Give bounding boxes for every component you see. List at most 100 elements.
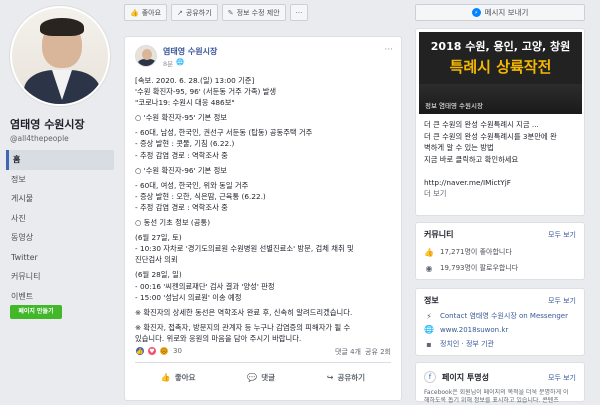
featured-video-text: 더 큰 수원의 완성 수원특례시 지금 ... 더 큰 수원의 완성 수원특례시… <box>424 119 580 200</box>
post-line: - 추정 감염 경로 : 역학조사 중 <box>135 150 228 160</box>
post-line: - 60대, 여성, 한국인, 위와 동일 거주 <box>135 180 249 190</box>
website-link[interactable]: www.2018suwon.kr <box>440 326 508 334</box>
send-message-button[interactable]: ⚡ 메시지 보내기 <box>415 4 585 21</box>
comment-button[interactable]: 💬 댓글 <box>247 372 275 383</box>
likes-row: 👍 17,271명이 좋아합니다 <box>424 247 512 257</box>
follows-row: ◉ 19,793명이 팔로우합니다 <box>424 263 519 273</box>
create-page-button[interactable]: 페이지 만들기 <box>10 305 62 319</box>
nav-item-twitter[interactable]: Twitter <box>6 248 114 268</box>
messenger-link[interactable]: Contact 염태영 수원시장 on Messenger <box>440 311 568 321</box>
messenger-icon: ⚡ <box>426 311 432 321</box>
post-line: 있습니다. 위로와 응원의 마음을 담아 주시기 바랍니다. <box>135 333 302 343</box>
follow-icon: ◉ <box>425 263 433 273</box>
nav-item-about[interactable]: 정보 <box>6 170 114 190</box>
share-label: 공유하기 <box>337 372 366 382</box>
ad-line: 더 큰 수원의 완성 수원특례시를 3분만에 완 <box>424 131 557 141</box>
globe-icon: 🌐 <box>176 58 185 66</box>
post-line: ※ 확진자, 접촉자, 방문지의 관계자 등 누구나 감염증의 피해자가 될 수 <box>135 322 351 332</box>
post-line: - 증상 발현 : 오한, 식은땀, 근육통 (6.22.) <box>135 191 266 201</box>
profile-picture[interactable] <box>10 6 110 106</box>
post-line: (6월 27일, 토) <box>135 233 182 243</box>
post-menu-button[interactable]: ··· <box>384 45 393 55</box>
category-link[interactable]: 정치인 · 정부 기관 <box>440 339 494 349</box>
post-line: - 00:16 '씨젠의료재단' 검사 결과 '양성' 판정 <box>135 281 275 291</box>
share-button[interactable]: ↪ 공유하기 <box>327 372 365 383</box>
comment-count[interactable]: 댓글 4개 <box>335 347 361 357</box>
post-line: - 증상 발현 : 콧물, 기침 (6.22.) <box>135 139 235 149</box>
suggest-edit-button[interactable]: ✎ 정보 수정 제안 <box>221 4 286 21</box>
ad-line <box>424 165 580 177</box>
like-page-label: 좋아요 <box>141 8 162 17</box>
featured-video-card[interactable]: 2018 수원, 용인, 고양, 창원 특례시 상륙작전 정보 염태영 수원시장… <box>415 28 585 216</box>
transparency-title: 페이지 투명성 <box>442 373 489 382</box>
more-options-button[interactable]: ··· <box>289 4 309 21</box>
comment-label: 댓글 <box>261 372 276 382</box>
share-page-button[interactable]: ↗ 공유하기 <box>171 4 218 21</box>
messenger-icon: ⚡ <box>471 8 481 17</box>
page-name[interactable]: 염태영 수원시장 <box>10 116 85 132</box>
about-see-all[interactable]: 모두 보기 <box>548 296 576 306</box>
suggest-edit-label: 정보 수정 제안 <box>236 8 280 17</box>
post-action-bar: 👍 좋아요 💬 댓글 ↪ 공유하기 <box>135 367 391 387</box>
nav-item-events[interactable]: 이벤트 <box>6 287 114 307</box>
category-row: ▪ 정치인 · 정부 기관 <box>424 339 494 349</box>
see-more-link[interactable]: 더 보기 <box>424 188 580 200</box>
post-line: 진단검사 의뢰 <box>135 255 178 265</box>
reaction-summary[interactable]: 👍 ♥ ☹ 30 <box>135 346 182 356</box>
transparency-line: 해하도록 돕기 위해 정보를 표시하고 있습니다. 콘텐츠 <box>424 397 559 404</box>
facebook-icon: f <box>424 371 436 383</box>
post-line: ○ '수원 확진자-95' 기본 정보 <box>135 113 227 123</box>
like-label: 좋아요 <box>174 372 196 382</box>
page-transparency-section: f 페이지 투명성 모두 보기 Facebook은 회원님이 페이지의 목적을 … <box>415 362 585 404</box>
community-title: 커뮤니티 <box>424 230 454 239</box>
globe-icon: 🌐 <box>424 325 434 334</box>
post-line: (6월 28일, 일) <box>135 270 182 280</box>
post-line: ○ '수원 확진자-96' 기본 정보 <box>135 165 227 175</box>
nav-item-community[interactable]: 커뮤니티 <box>6 267 114 287</box>
banner-caption: 정보 염태영 수원시장 <box>425 102 483 110</box>
love-reaction-icon: ♥ <box>147 346 157 356</box>
post-line: ○ 동선 기초 정보 (공통) <box>135 218 211 228</box>
post-author[interactable]: 염태영 수원시장 <box>163 46 217 57</box>
transparency-see-all[interactable]: 모두 보기 <box>548 373 576 383</box>
share-count[interactable]: 공유 2회 <box>365 347 391 357</box>
website-row: 🌐 www.2018suwon.kr <box>424 325 508 334</box>
banner-line-1: 2018 수원, 용인, 고양, 창원 <box>430 40 571 53</box>
post-line: ※ 확진자의 상세한 동선은 역학조사 완료 후, 신속히 알려드리겠습니다. <box>135 307 353 317</box>
post-time-text: 8분 <box>163 60 174 68</box>
nav-item-photos[interactable]: 사진 <box>6 209 114 229</box>
like-reaction-icon: 👍 <box>135 346 145 356</box>
post-card: 염태영 수원시장 8분 🌐 ··· [속보. 2020. 6. 28.(일) 1… <box>124 36 402 401</box>
community-section: 커뮤니티 모두 보기 👍 17,271명이 좋아합니다 ◉ 19,793명이 팔… <box>415 222 585 280</box>
send-message-label: 메시지 보내기 <box>484 8 529 17</box>
reaction-count: 30 <box>173 347 182 355</box>
nav-item-posts[interactable]: 게시물 <box>6 189 114 209</box>
thumbs-up-icon: 👍 <box>424 247 434 257</box>
like-page-button[interactable]: 👍 좋아요 <box>124 4 168 21</box>
post-line: - 10:30 자차로 '경기도의료원 수원병원 선별진료소' 방문, 검체 채… <box>135 244 354 254</box>
tag-icon: ▪ <box>426 339 432 349</box>
like-button[interactable]: 👍 좋아요 <box>161 372 196 383</box>
nav-item-home[interactable]: 홈 <box>6 150 114 170</box>
post-author-avatar[interactable] <box>135 45 157 67</box>
about-section: 정보 모두 보기 ⚡ Contact 염태영 수원시장 on Messenger… <box>415 288 585 356</box>
post-body: [속보. 2020. 6. 28.(일) 13:00 기준] '수원 확진자-95… <box>135 75 397 344</box>
page-handle[interactable]: @all4thepeople <box>10 134 69 143</box>
about-title: 정보 <box>424 296 439 305</box>
community-see-all[interactable]: 모두 보기 <box>548 230 576 240</box>
post-line: - 15:00 '성남시 의료원' 이송 예정 <box>135 292 242 302</box>
post-line: '수원 확진자-95, 96' (서둔동 거주 가족) 발생 <box>135 87 277 97</box>
page-actions-bar: 👍 좋아요 ↗ 공유하기 ✎ 정보 수정 제안 ··· <box>124 4 309 21</box>
edit-icon: ✎ <box>227 8 234 17</box>
video-banner[interactable]: 2018 수원, 용인, 고양, 창원 특례시 상륙작전 정보 염태영 수원시장 <box>419 32 582 114</box>
post-timestamp[interactable]: 8분 🌐 <box>163 58 184 68</box>
page-nav: 홈 정보 게시물 사진 동영상 Twitter 커뮤니티 이벤트 <box>6 150 114 306</box>
comment-icon: 💬 <box>247 372 258 382</box>
banner-line-2: 특례시 상륙작전 <box>449 58 552 76</box>
share-icon: ↗ <box>177 8 183 17</box>
thumbs-up-icon: 👍 <box>160 372 171 382</box>
thumbs-up-icon: 👍 <box>130 8 139 17</box>
nav-item-videos[interactable]: 동영상 <box>6 228 114 248</box>
ad-url[interactable]: http://naver.me/IMictYjF <box>424 177 580 189</box>
more-dots-icon: ··· <box>295 8 303 17</box>
